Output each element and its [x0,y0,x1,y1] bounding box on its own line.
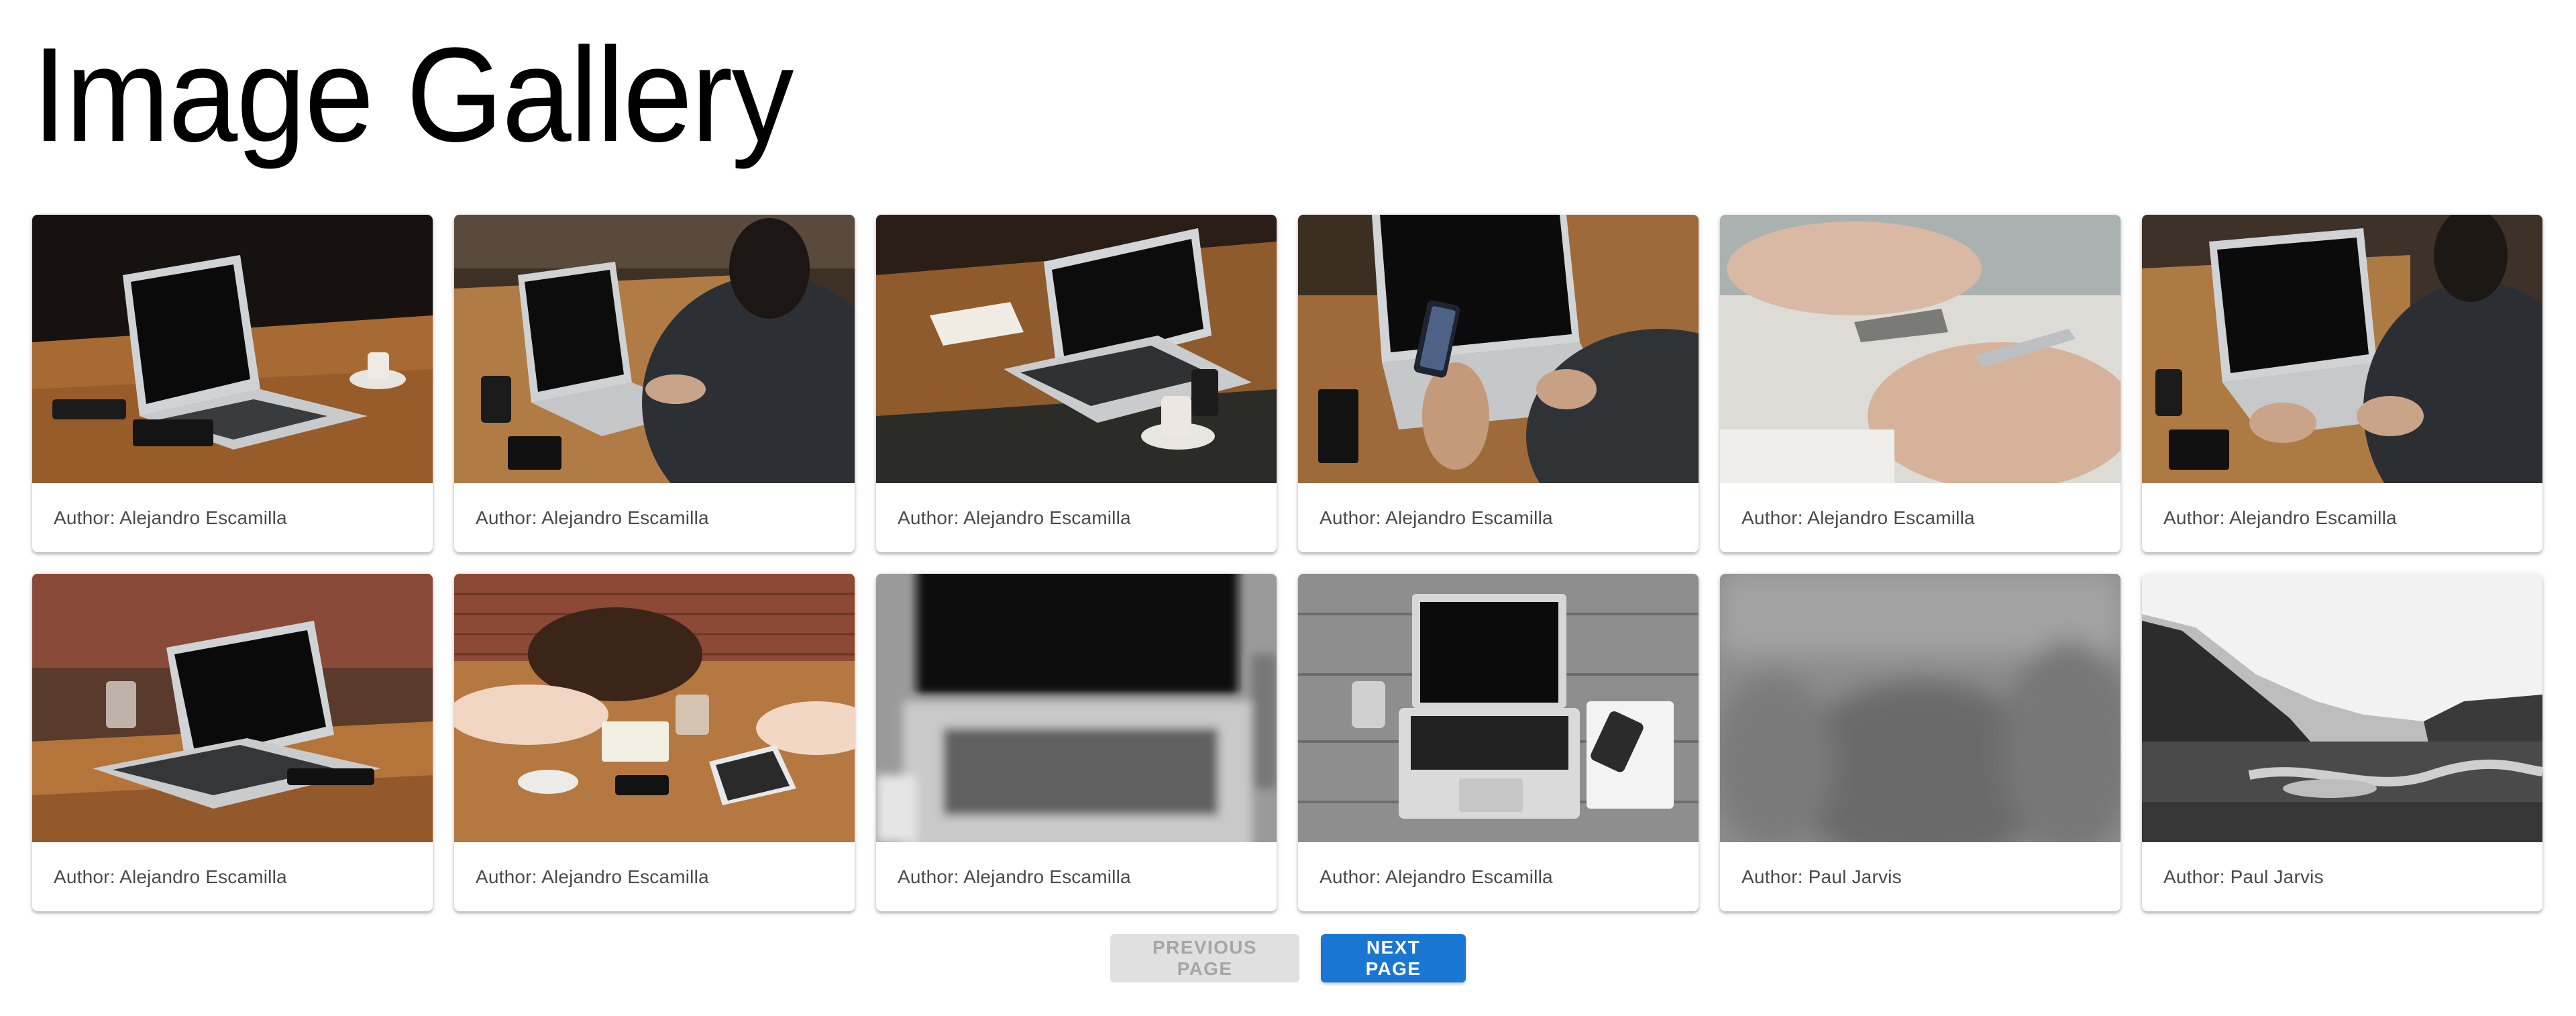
gallery-image[interactable] [876,215,1277,483]
author-caption: Author: Alejandro Escamilla [2163,507,2397,528]
author-caption: Author: Alejandro Escamilla [1320,507,1553,528]
author-caption: Author: Alejandro Escamilla [476,866,709,887]
gallery-card[interactable]: Author: Alejandro Escamilla [876,215,1277,552]
gallery-card[interactable]: Author: Alejandro Escamilla [32,215,433,552]
author-caption: Author: Alejandro Escamilla [898,866,1131,887]
gallery-image[interactable] [454,215,855,483]
next-page-button[interactable]: Next Page [1321,934,1466,982]
gallery-card[interactable]: Author: Alejandro Escamilla [454,574,855,911]
author-caption: Author: Alejandro Escamilla [1741,507,1975,528]
gallery-image[interactable] [32,574,433,842]
gallery-image[interactable] [1298,574,1699,842]
gallery-image[interactable] [454,574,855,842]
gallery-card[interactable]: Author: Alejandro Escamilla [32,574,433,911]
gallery-card[interactable]: Author: Alejandro Escamilla [876,574,1277,911]
author-caption: Author: Alejandro Escamilla [1320,866,1553,887]
gallery-image[interactable] [2142,574,2542,842]
gallery-image[interactable] [32,215,433,483]
gallery-card[interactable]: Author: Paul Jarvis [2142,574,2542,911]
author-caption: Author: Alejandro Escamilla [54,507,287,528]
image-grid: Author: Alejandro Escamilla Author: Alej… [32,215,2544,911]
gallery-card[interactable]: Author: Paul Jarvis [1720,574,2121,911]
gallery-page: Image Gallery Author: Alejandro Escamill… [0,0,2576,1016]
author-caption: Author: Alejandro Escamilla [898,507,1131,528]
previous-page-button[interactable]: Previous Page [1110,934,1299,982]
gallery-card[interactable]: Author: Alejandro Escamilla [1298,215,1699,552]
gallery-card[interactable]: Author: Alejandro Escamilla [1298,574,1699,911]
gallery-image[interactable] [876,574,1277,842]
gallery-image[interactable] [1298,215,1699,483]
gallery-image[interactable] [1720,574,2121,842]
page-title: Image Gallery [32,20,794,170]
gallery-card[interactable]: Author: Alejandro Escamilla [1720,215,2121,552]
pagination: Previous Page Next Page [0,934,2576,982]
author-caption: Author: Paul Jarvis [1741,866,1902,887]
gallery-image[interactable] [2142,215,2542,483]
gallery-card[interactable]: Author: Alejandro Escamilla [2142,215,2542,552]
gallery-image[interactable] [1720,215,2121,483]
author-caption: Author: Paul Jarvis [2163,866,2324,887]
gallery-card[interactable]: Author: Alejandro Escamilla [454,215,855,552]
author-caption: Author: Alejandro Escamilla [54,866,287,887]
author-caption: Author: Alejandro Escamilla [476,507,709,528]
